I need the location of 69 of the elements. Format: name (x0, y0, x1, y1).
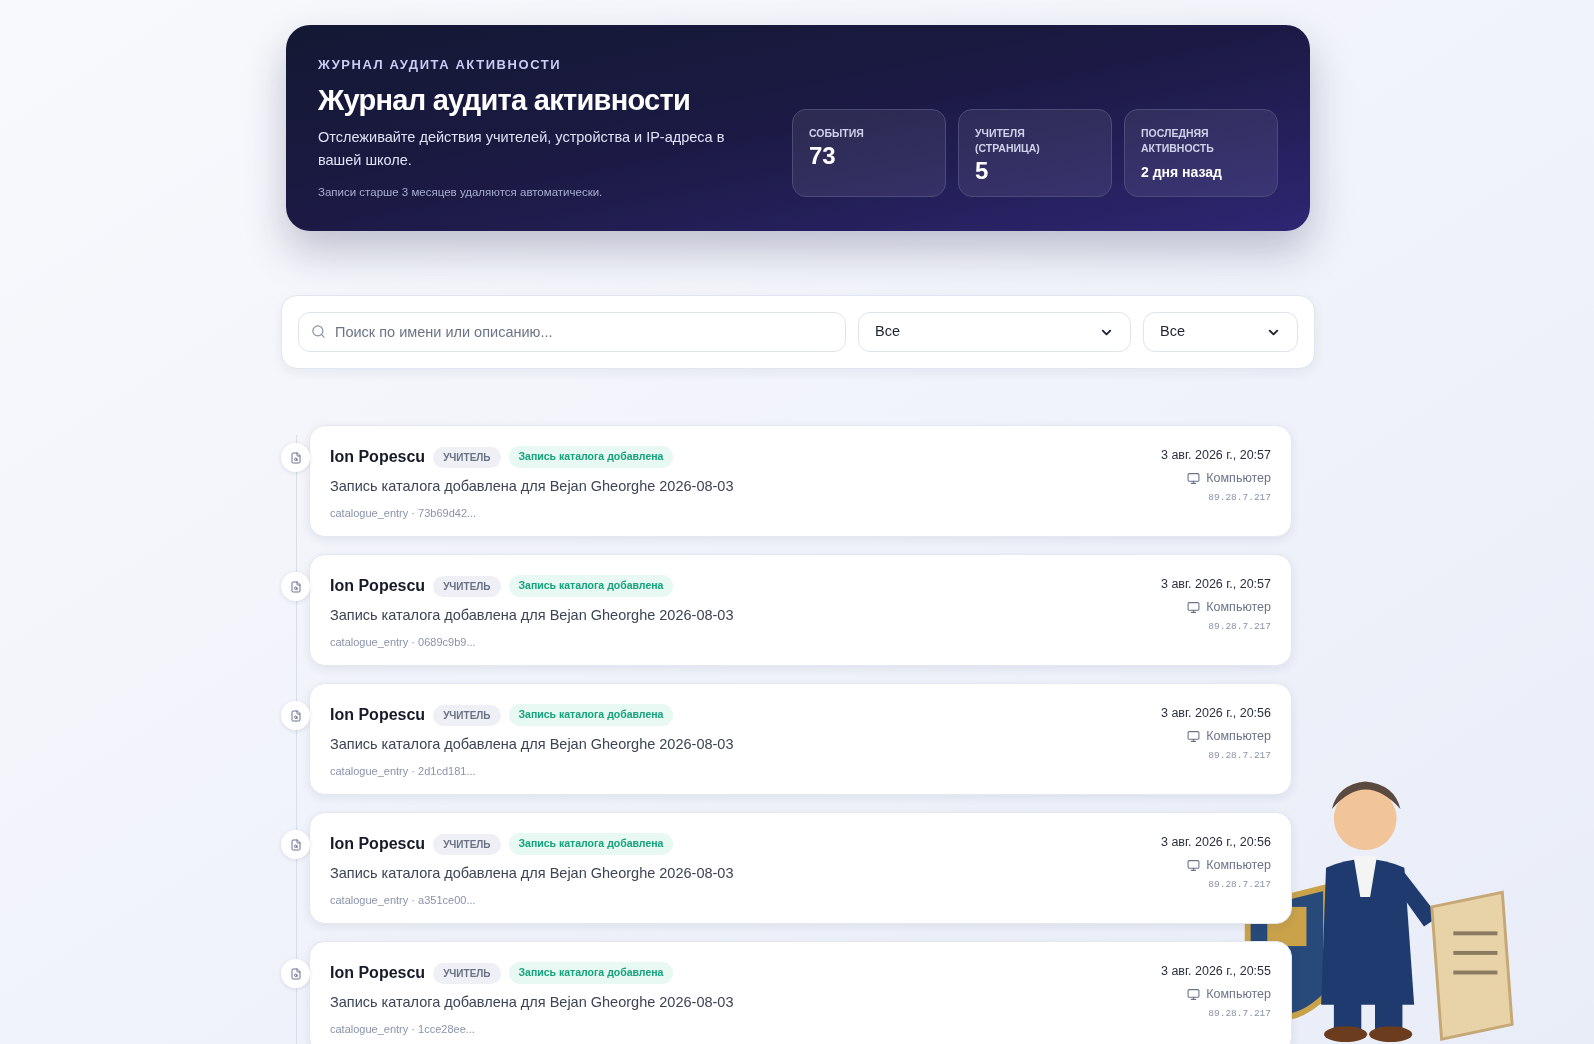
device-label: Компьютер (1206, 598, 1271, 616)
monitor-icon (1187, 471, 1201, 485)
role-tag: УЧИТЕЛЬ (433, 446, 501, 468)
event-meta: catalogue_entry · 73b69d42... (330, 505, 478, 521)
event-description: Запись каталога добавлена для Bejan Gheorghe 2026-08-03 (330, 606, 734, 625)
event-time: 3 авг. 2026 г., 20:57 (1161, 447, 1271, 464)
stat-label: ПОСЛЕДНЯЯ АКТИВНОСТЬ (1141, 126, 1215, 156)
stat-label: УЧИТЕЛЯ (СТРАНИЦА) (975, 126, 1041, 156)
user-name: Ion Popescu (330, 963, 426, 983)
event-meta: catalogue_entry · 2d1cd181... (330, 763, 477, 779)
user-name: Ion Popescu (330, 834, 426, 854)
device-label: Компьютер (1206, 985, 1271, 1003)
stat-label: СОБЫТИЯ (809, 126, 865, 141)
stat-value: 5 (975, 156, 990, 186)
user-name: Ion Popescu (330, 705, 426, 725)
filter-dropdown[interactable]: Все (858, 312, 1131, 352)
file-search-icon (289, 451, 302, 464)
event-description: Запись каталога добавлена для Bejan Gheorghe 2026-08-03 (330, 864, 734, 883)
action-tag: Запись каталога добавлена (508, 833, 674, 855)
monitor-icon (1187, 729, 1201, 743)
user-name: Ion Popescu (330, 447, 426, 467)
page-description: Отслеживайте действия учителей, устройства и IP-адреса в вашей школе. (318, 128, 726, 171)
page-title: Журнал аудита активности (318, 83, 692, 118)
file-search-icon (289, 967, 302, 980)
role-tag: УЧИТЕЛЬ (433, 962, 501, 984)
event-time: 3 авг. 2026 г., 20:55 (1161, 963, 1271, 980)
role-tag: УЧИТЕЛЬ (433, 704, 501, 726)
monitor-icon (1187, 987, 1201, 1001)
ip-address: 89.28.7.217 (1208, 748, 1271, 763)
event-card[interactable]: Ion Popescu УЧИТЕЛЬ Запись каталога добавлена Запись каталога добавлена для Bejan Gheorghe 2026-08-03 catalogue_entry · 1cce28ee... 3 авг. 2026 г., 20:55 Компьютер 89.28.7.217 (309, 941, 1292, 1044)
event-card[interactable]: Ion Popescu УЧИТЕЛЬ Запись каталога добавлена Запись каталога добавлена для Bejan Gheorghe 2026-08-03 catalogue_entry · 73b69d42... 3 авг. 2026 г., 20:57 Компьютер 89.28.7.217 (309, 425, 1292, 537)
event-description: Запись каталога добавлена для Bejan Gheorghe 2026-08-03 (330, 735, 734, 754)
event-meta: catalogue_entry · a351ce00... (330, 892, 477, 908)
user-name: Ion Popescu (330, 576, 426, 596)
event-meta: catalogue_entry · 0689c9b9... (330, 634, 477, 650)
monitor-icon (1187, 858, 1201, 872)
monitor-icon (1187, 600, 1201, 614)
eyebrow-label: ЖУРНАЛ АУДИТА АКТИВНОСТИ (318, 55, 563, 74)
file-search-icon (289, 838, 302, 851)
event-time: 3 авг. 2026 г., 20:57 (1161, 576, 1271, 593)
filter-dropdown[interactable]: Все (1143, 312, 1298, 352)
file-search-icon (289, 709, 302, 722)
action-tag: Запись каталога добавлена (508, 704, 674, 726)
device-label: Компьютер (1206, 856, 1271, 874)
stat-value: 2 дня назад (1141, 163, 1223, 182)
ip-address: 89.28.7.217 (1208, 1006, 1271, 1021)
device-label: Компьютер (1206, 469, 1271, 487)
action-tag: Запись каталога добавлена (508, 446, 674, 468)
event-card[interactable]: Ion Popescu УЧИТЕЛЬ Запись каталога добавлена Запись каталога добавлена для Bejan Gheorghe 2026-08-03 catalogue_entry · a351ce00... 3 авг. 2026 г., 20:56 Компьютер 89.28.7.217 (309, 812, 1292, 924)
event-description: Запись каталога добавлена для Bejan Gheorghe 2026-08-03 (330, 993, 734, 1012)
search-field[interactable]: Поиск по имени или описанию... (298, 312, 846, 352)
event-time: 3 авг. 2026 г., 20:56 (1161, 705, 1271, 722)
device-label: Компьютер (1206, 727, 1271, 745)
ip-address: 89.28.7.217 (1208, 877, 1271, 892)
event-card[interactable]: Ion Popescu УЧИТЕЛЬ Запись каталога добавлена Запись каталога добавлена для Bejan Gheorghe 2026-08-03 catalogue_entry · 2d1cd181... 3 авг. 2026 г., 20:56 Компьютер 89.28.7.217 (309, 683, 1292, 795)
role-tag: УЧИТЕЛЬ (433, 833, 501, 855)
event-description: Запись каталога добавлена для Bejan Gheorghe 2026-08-03 (330, 477, 734, 496)
event-time: 3 авг. 2026 г., 20:56 (1161, 834, 1271, 851)
stat-value: 73 (809, 141, 837, 171)
file-search-icon (289, 580, 302, 593)
action-tag: Запись каталога добавлена (508, 962, 674, 984)
search-icon (311, 324, 326, 339)
event-meta: catalogue_entry · 1cce28ee... (330, 1021, 476, 1037)
retention-note: Записи старше 3 месяцев удаляются автоматически. (318, 185, 604, 201)
role-tag: УЧИТЕЛЬ (433, 575, 501, 597)
ip-address: 89.28.7.217 (1208, 490, 1271, 505)
event-card[interactable]: Ion Popescu УЧИТЕЛЬ Запись каталога добавлена Запись каталога добавлена для Bejan Gheorghe 2026-08-03 catalogue_entry · 0689c9b9... 3 авг. 2026 г., 20:57 Компьютер 89.28.7.217 (309, 554, 1292, 666)
ip-address: 89.28.7.217 (1208, 619, 1271, 634)
action-tag: Запись каталога добавлена (508, 575, 674, 597)
